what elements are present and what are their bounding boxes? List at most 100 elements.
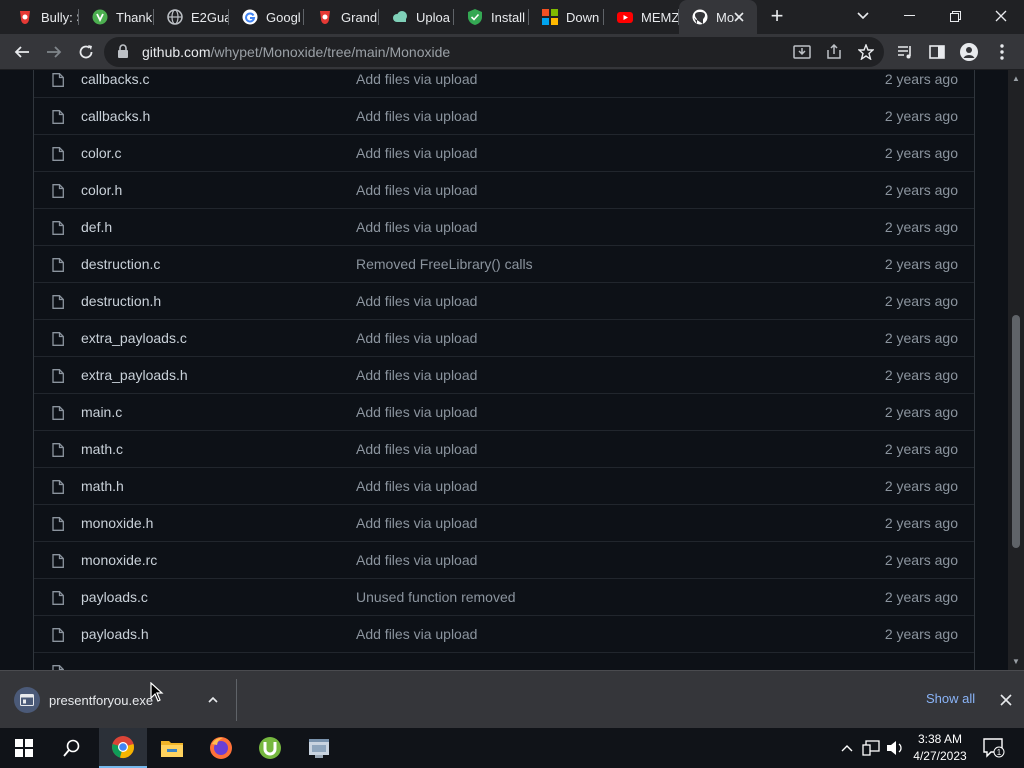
- file-name-link[interactable]: payloads.c: [81, 589, 148, 605]
- commit-message-link[interactable]: Removed FreeLibrary() calls: [356, 256, 533, 272]
- commit-message-link[interactable]: Add files via upload: [356, 478, 477, 494]
- close-tab-button[interactable]: [731, 9, 747, 25]
- taskbar-firefox[interactable]: [197, 728, 245, 768]
- side-panel-button[interactable]: [923, 38, 951, 66]
- file-name-link[interactable]: destruction.c: [81, 256, 160, 272]
- browser-tab[interactable]: Install: [454, 0, 529, 34]
- forward-button[interactable]: [40, 38, 68, 66]
- minimize-button[interactable]: [886, 0, 932, 32]
- browser-tab[interactable]: Down: [529, 0, 604, 34]
- file-name-link[interactable]: callbacks.h: [81, 108, 150, 124]
- file-row[interactable]: extra_payloads.h Add files via upload 2 ye…: [34, 357, 974, 394]
- volume-button[interactable]: [884, 728, 906, 768]
- page-scrollbar[interactable]: ▲ ▼: [1008, 70, 1024, 670]
- commit-message-link[interactable]: Add files via upload: [356, 145, 477, 161]
- commit-message-link[interactable]: Add files via upload: [356, 71, 477, 87]
- commit-message-link[interactable]: Add files via upload: [356, 441, 477, 457]
- file-name-link[interactable]: math.h: [81, 478, 124, 494]
- close-window-button[interactable]: [978, 0, 1024, 32]
- browser-tab[interactable]: Uploa: [379, 0, 454, 34]
- search-button[interactable]: [48, 728, 96, 768]
- file-name-link[interactable]: main.c: [81, 404, 122, 420]
- file-row[interactable]: color.h Add files via upload 2 years ago: [34, 172, 974, 209]
- file-row[interactable]: main.c Add files via upload 2 years ago: [34, 394, 974, 431]
- browser-tab[interactable]: Grand: [304, 0, 379, 34]
- new-tab-button[interactable]: +: [764, 5, 790, 29]
- commit-message-link[interactable]: Add files via upload: [356, 404, 477, 420]
- file-row[interactable]: callbacks.c Add files via upload 2 years a…: [34, 70, 974, 98]
- file-row[interactable]: callbacks.h Add files via upload 2 years a…: [34, 98, 974, 135]
- show-hidden-icons-button[interactable]: [838, 728, 856, 768]
- commit-message-link[interactable]: Add files via upload: [356, 367, 477, 383]
- file-row[interactable]: math.c Add files via upload 2 years ago: [34, 431, 974, 468]
- close-download-bar-button[interactable]: [996, 690, 1016, 710]
- file-name-link[interactable]: monoxide.rc: [81, 552, 157, 568]
- taskbar-clock[interactable]: 3:38 AM 4/27/2023: [910, 731, 970, 765]
- browser-tab[interactable]: Mo: [679, 0, 757, 34]
- file-name-link[interactable]: color.h: [81, 182, 122, 198]
- commit-message-link[interactable]: Add files via upload: [356, 108, 477, 124]
- commit-message-link[interactable]: Add files via upload: [356, 219, 477, 235]
- taskbar-file-explorer[interactable]: [148, 728, 196, 768]
- file-row[interactable]: destruction.h Add files via upload 2 years…: [34, 283, 974, 320]
- file-name-link[interactable]: monoxide.h: [81, 515, 153, 531]
- file-name-link[interactable]: payloads.h: [81, 626, 149, 642]
- network-button[interactable]: [860, 728, 882, 768]
- commit-message-link[interactable]: Add files via upload: [356, 515, 477, 531]
- back-button[interactable]: [8, 38, 36, 66]
- download-options-button[interactable]: [204, 691, 222, 709]
- clock-date: 4/27/2023: [913, 749, 967, 763]
- taskbar-chrome[interactable]: [99, 728, 147, 768]
- scroll-down-icon[interactable]: ▼: [1012, 658, 1020, 666]
- download-item[interactable]: presentforyou.exe: [0, 671, 236, 729]
- commit-message-link[interactable]: Add files via upload: [356, 293, 477, 309]
- taskbar-app[interactable]: [295, 728, 343, 768]
- scrollbar-thumb[interactable]: [1012, 315, 1020, 548]
- show-all-downloads-button[interactable]: Show all: [926, 691, 975, 706]
- file-icon: [52, 517, 64, 531]
- file-name-link[interactable]: destruction.h: [81, 293, 161, 309]
- reading-list-button[interactable]: [891, 38, 919, 66]
- file-name-link[interactable]: def.h: [81, 219, 112, 235]
- file-row[interactable]: color.c Add files via upload 2 years ago: [34, 135, 974, 172]
- side-panel-icon: [929, 45, 945, 59]
- commit-message-link[interactable]: Add files via upload: [356, 182, 477, 198]
- file-row[interactable]: payloads.h Add files via upload 2 years ag…: [34, 616, 974, 653]
- browser-tab[interactable]: MEMZ: [604, 0, 679, 34]
- share-button[interactable]: [820, 38, 848, 66]
- start-button[interactable]: [0, 728, 48, 768]
- menu-button[interactable]: [988, 38, 1016, 66]
- file-name-link[interactable]: extra_payloads.h: [81, 367, 188, 383]
- restore-button[interactable]: [932, 0, 978, 32]
- file-row[interactable]: monoxide.rc Add files via upload 2 years a…: [34, 542, 974, 579]
- file-row[interactable]: payloads.c Unused function removed 2 years…: [34, 579, 974, 616]
- file-row[interactable]: destruction.c Removed FreeLibrary() calls…: [34, 246, 974, 283]
- browser-tab[interactable]: Bully: S: [4, 0, 79, 34]
- tab-search-button[interactable]: [840, 0, 886, 32]
- file-row[interactable]: [34, 653, 974, 670]
- profile-button[interactable]: [955, 38, 983, 66]
- file-row[interactable]: monoxide.h Add files via upload 2 years ag…: [34, 505, 974, 542]
- commit-message-link[interactable]: Add files via upload: [356, 330, 477, 346]
- scroll-up-icon[interactable]: ▲: [1012, 75, 1020, 83]
- commit-message-link[interactable]: Add files via upload: [356, 626, 477, 642]
- install-icon: [793, 45, 811, 59]
- file-row[interactable]: def.h Add files via upload 2 years ago: [34, 209, 974, 246]
- file-name-link[interactable]: callbacks.c: [81, 71, 149, 87]
- taskbar-utorrent[interactable]: [246, 728, 294, 768]
- file-row[interactable]: extra_payloads.c Add files via upload 2 ye…: [34, 320, 974, 357]
- reload-button[interactable]: [72, 38, 100, 66]
- commit-message-link[interactable]: Add files via upload: [356, 552, 477, 568]
- file-name-link[interactable]: extra_payloads.c: [81, 330, 187, 346]
- commit-message-link[interactable]: Unused function removed: [356, 589, 516, 605]
- file-name-link[interactable]: color.c: [81, 145, 121, 161]
- browser-tab[interactable]: Googl: [229, 0, 304, 34]
- address-bar[interactable]: github.com/whypet/Monoxide/tree/main/Mon…: [104, 37, 884, 67]
- bookmark-button[interactable]: [852, 38, 880, 66]
- browser-tab[interactable]: E2Gua: [154, 0, 229, 34]
- browser-tab[interactable]: Thank: [79, 0, 154, 34]
- install-app-button[interactable]: [788, 38, 816, 66]
- notifications-button[interactable]: 1: [980, 728, 1008, 768]
- file-row[interactable]: math.h Add files via upload 2 years ago: [34, 468, 974, 505]
- file-name-link[interactable]: math.c: [81, 441, 123, 457]
